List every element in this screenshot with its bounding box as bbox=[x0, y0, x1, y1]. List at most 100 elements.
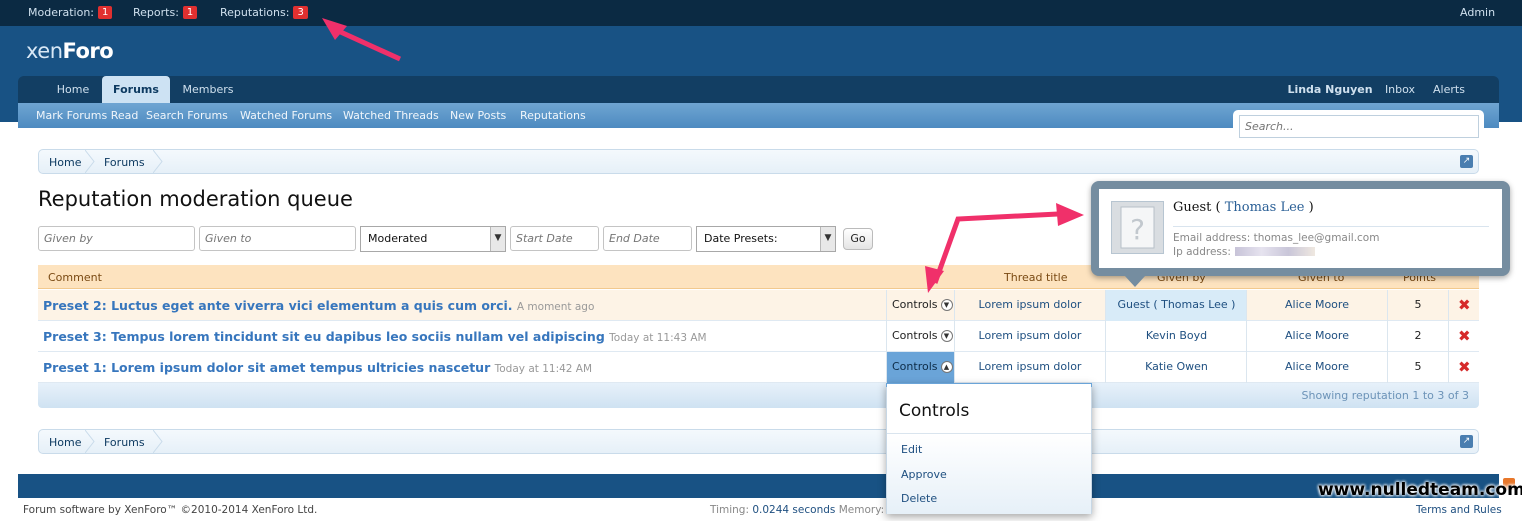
email-value: thomas_lee@gmail.com bbox=[1253, 232, 1380, 244]
controls-menu: Controls Edit Approve Delete bbox=[886, 383, 1092, 514]
row-date: Today at 11:43 AM bbox=[609, 332, 707, 344]
chevron-down-icon: ▼ bbox=[490, 227, 505, 251]
column-divider bbox=[1105, 290, 1106, 383]
controls-label: Controls bbox=[892, 329, 938, 342]
delete-icon[interactable]: ✖ bbox=[1458, 329, 1471, 344]
tooltip-ip: Ip address: bbox=[1173, 246, 1231, 258]
crumb-separator-icon bbox=[85, 150, 95, 173]
breadcrumb: Home Forums ↗ bbox=[38, 149, 1479, 174]
subnav-reputations[interactable]: Reputations bbox=[520, 109, 586, 122]
chevron-down-icon: ▼ bbox=[820, 227, 835, 251]
date-presets-value: Date Presets: bbox=[704, 232, 778, 245]
given-to-link[interactable]: Alice Moore bbox=[1247, 360, 1387, 373]
start-date-input[interactable] bbox=[510, 226, 599, 251]
given-to-input[interactable] bbox=[199, 226, 356, 251]
reports-link[interactable]: Reports: 1 bbox=[133, 6, 198, 19]
svg-text:?: ? bbox=[1130, 213, 1145, 246]
timing-value: 0.0244 seconds bbox=[752, 504, 836, 516]
header-comment: Comment bbox=[48, 271, 102, 284]
user-menu[interactable]: Linda Nguyen bbox=[1287, 76, 1373, 103]
inbox-link[interactable]: Inbox bbox=[1378, 76, 1422, 103]
logo-text-part1: xen bbox=[26, 39, 63, 63]
state-select[interactable]: Moderated ▼ bbox=[360, 226, 506, 252]
controls-label: Controls bbox=[892, 298, 938, 311]
breadcrumb-home[interactable]: Home bbox=[49, 156, 81, 169]
default-avatar-icon: ? bbox=[1120, 206, 1155, 249]
go-button[interactable]: Go bbox=[843, 228, 873, 250]
chevron-down-icon: ▼ bbox=[940, 329, 953, 342]
subnav-search-forums[interactable]: Search Forums bbox=[146, 109, 228, 122]
state-select-value: Moderated bbox=[368, 232, 428, 245]
tooltip-divider bbox=[1173, 226, 1489, 227]
chevron-down-icon: ▼ bbox=[940, 298, 953, 311]
menu-item-edit[interactable]: Edit bbox=[901, 443, 922, 456]
thread-link[interactable]: Lorem ipsum dolor bbox=[955, 360, 1105, 373]
avatar[interactable]: ? bbox=[1111, 201, 1164, 254]
given-to-link[interactable]: Alice Moore bbox=[1247, 329, 1387, 342]
thread-link[interactable]: Lorem ipsum dolor bbox=[955, 329, 1105, 342]
breadcrumb-home[interactable]: Home bbox=[49, 436, 81, 449]
moderation-count-badge: 1 bbox=[98, 6, 113, 19]
reputations-count-badge: 3 bbox=[293, 6, 308, 19]
subnav-mark-forums-read[interactable]: Mark Forums Read bbox=[36, 109, 138, 122]
ip-label: Ip address: bbox=[1173, 246, 1231, 258]
given-by-input[interactable] bbox=[38, 226, 195, 251]
copyright-text: Forum software by XenForo™ ©2010-2014 Xe… bbox=[23, 504, 318, 516]
tab-forums[interactable]: Forums bbox=[102, 76, 170, 103]
reputations-label: Reputations: bbox=[220, 6, 290, 19]
delete-icon[interactable]: ✖ bbox=[1458, 360, 1471, 375]
search-input[interactable] bbox=[1239, 115, 1479, 138]
controls-label: Controls bbox=[892, 360, 938, 373]
row-title-link[interactable]: Preset 1: Lorem ipsum dolor sit amet tem… bbox=[43, 360, 592, 375]
given-by-link[interactable]: Kevin Boyd bbox=[1106, 329, 1247, 342]
timing-label: Timing: bbox=[710, 504, 750, 516]
debug-timing: Timing: 0.0244 seconds Memory: 3.4 bbox=[710, 504, 904, 516]
moderation-link[interactable]: Moderation: 1 bbox=[28, 6, 113, 19]
subnav-watched-forums[interactable]: Watched Forums bbox=[240, 109, 332, 122]
date-presets-select[interactable]: Date Presets: ▼ bbox=[696, 226, 836, 252]
site-logo[interactable]: xenForo bbox=[26, 39, 114, 63]
given-by-link[interactable]: Katie Owen bbox=[1106, 360, 1247, 373]
controls-toggle[interactable]: Controls ▼ bbox=[892, 298, 953, 311]
controls-toggle-open[interactable]: Controls ▲ bbox=[892, 360, 953, 373]
row-title-link[interactable]: Preset 2: Luctus eget ante viverra vici … bbox=[43, 298, 594, 313]
memory-label: Memory: bbox=[838, 504, 885, 516]
given-by-link[interactable]: Guest ( Thomas Lee ) bbox=[1106, 298, 1247, 311]
controls-toggle[interactable]: Controls ▼ bbox=[892, 329, 953, 342]
subnav-new-posts[interactable]: New Posts bbox=[450, 109, 506, 122]
tooltip-user-name[interactable]: Thomas Lee bbox=[1225, 200, 1305, 215]
admin-link[interactable]: Admin bbox=[1460, 6, 1495, 19]
delete-icon[interactable]: ✖ bbox=[1458, 298, 1471, 313]
terms-link[interactable]: Terms and Rules bbox=[1416, 504, 1502, 516]
row-title-text: Preset 1: Lorem ipsum dolor sit amet tem… bbox=[43, 360, 491, 375]
table-footer bbox=[38, 383, 1479, 408]
subnav-watched-threads[interactable]: Watched Threads bbox=[343, 109, 439, 122]
reports-label: Reports: bbox=[133, 6, 179, 19]
breadcrumb-forums[interactable]: Forums bbox=[104, 156, 145, 169]
reputations-link[interactable]: Reputations: 3 bbox=[220, 6, 308, 19]
tooltip-email: Email address: thomas_lee@gmail.com bbox=[1173, 232, 1379, 244]
ip-redacted-blur bbox=[1235, 247, 1315, 256]
menu-item-delete[interactable]: Delete bbox=[901, 492, 937, 505]
tooltip-heading: Guest ( Thomas Lee ) bbox=[1173, 200, 1314, 215]
alerts-link[interactable]: Alerts bbox=[1428, 76, 1470, 103]
menu-header: Controls bbox=[887, 384, 1091, 434]
menu-item-approve[interactable]: Approve bbox=[901, 468, 947, 481]
crumb-separator-icon bbox=[85, 430, 95, 453]
tooltip-guest-suffix: ) bbox=[1308, 200, 1314, 215]
breadcrumb-bottom: Home Forums ↗ bbox=[38, 429, 1479, 454]
row-title-link[interactable]: Preset 3: Tempus lorem tincidunt sit eu … bbox=[43, 329, 707, 344]
tab-home[interactable]: Home bbox=[44, 76, 102, 103]
email-label: Email address: bbox=[1173, 232, 1251, 244]
tab-members[interactable]: Members bbox=[174, 76, 242, 103]
thread-link[interactable]: Lorem ipsum dolor bbox=[955, 298, 1105, 311]
given-to-link[interactable]: Alice Moore bbox=[1247, 298, 1387, 311]
row-date: A moment ago bbox=[516, 301, 595, 313]
pagination-summary: Showing reputation 1 to 3 of 3 bbox=[1301, 389, 1469, 402]
points-value: 2 bbox=[1414, 329, 1422, 342]
end-date-input[interactable] bbox=[603, 226, 692, 251]
jump-menu-icon[interactable]: ↗ bbox=[1460, 435, 1473, 448]
jump-menu-icon[interactable]: ↗ bbox=[1460, 155, 1473, 168]
points-value: 5 bbox=[1414, 298, 1422, 311]
breadcrumb-forums[interactable]: Forums bbox=[104, 436, 145, 449]
